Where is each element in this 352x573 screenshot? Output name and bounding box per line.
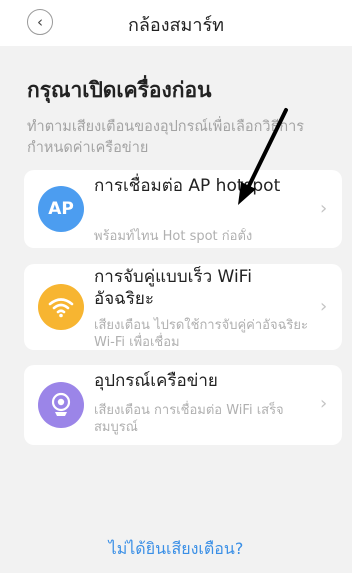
ap-badge-icon: AP bbox=[38, 186, 84, 232]
option-title: การจับคู่แบบเร็ว WiFi อัจฉริยะ bbox=[94, 267, 252, 309]
router-icon bbox=[38, 382, 84, 428]
router-glyph bbox=[51, 392, 71, 416]
option-smart-wifi[interactable]: การจับคู่แบบเร็ว WiFi อัจฉริยะ เสียงเตือ… bbox=[24, 264, 342, 350]
page-title: กล้องสมาร์ท bbox=[127, 15, 225, 36]
option-description: พร้อมท์ไทน Hot spot ก่อตั้ง bbox=[94, 229, 253, 244]
option-network-device[interactable]: อุปกรณ์เครือข่าย เสียงเตือน การเชื่อมต่อ… bbox=[24, 365, 342, 445]
wifi-glyph bbox=[48, 298, 74, 318]
power-on-heading: กรุณาเปิดเครื่องก่อน bbox=[27, 78, 212, 102]
chevron-right-icon: › bbox=[320, 198, 328, 219]
option-title: การเชื่อมต่อ AP hotspot bbox=[94, 176, 281, 196]
option-description: เสียงเตือน การเชื่อมต่อ WiFi เสร็จสมบูรณ… bbox=[94, 403, 284, 435]
wifi-icon bbox=[38, 284, 84, 330]
ap-badge-text: AP bbox=[48, 199, 74, 219]
no-prompt-link[interactable]: ไม่ได้ยินเสียงเตือน? bbox=[0, 537, 352, 562]
chevron-right-icon: › bbox=[320, 296, 328, 317]
option-ap-hotspot[interactable]: AP การเชื่อมต่อ AP hotspot พร้อมท์ไทน Ho… bbox=[24, 170, 342, 248]
chevron-right-icon: › bbox=[320, 393, 328, 414]
option-description: เสียงเตือน ไปรดใช้การจับคู่ค่าอัจฉริยะ W… bbox=[94, 318, 309, 348]
top-bar: ‹ กล้องสมาร์ท bbox=[0, 0, 352, 46]
instruction-text: ทำตามเสียงเตือนของอุปกรณ์เพื่อเลือกวิธีก… bbox=[27, 119, 305, 156]
option-title: อุปกรณ์เครือข่าย bbox=[94, 371, 218, 391]
